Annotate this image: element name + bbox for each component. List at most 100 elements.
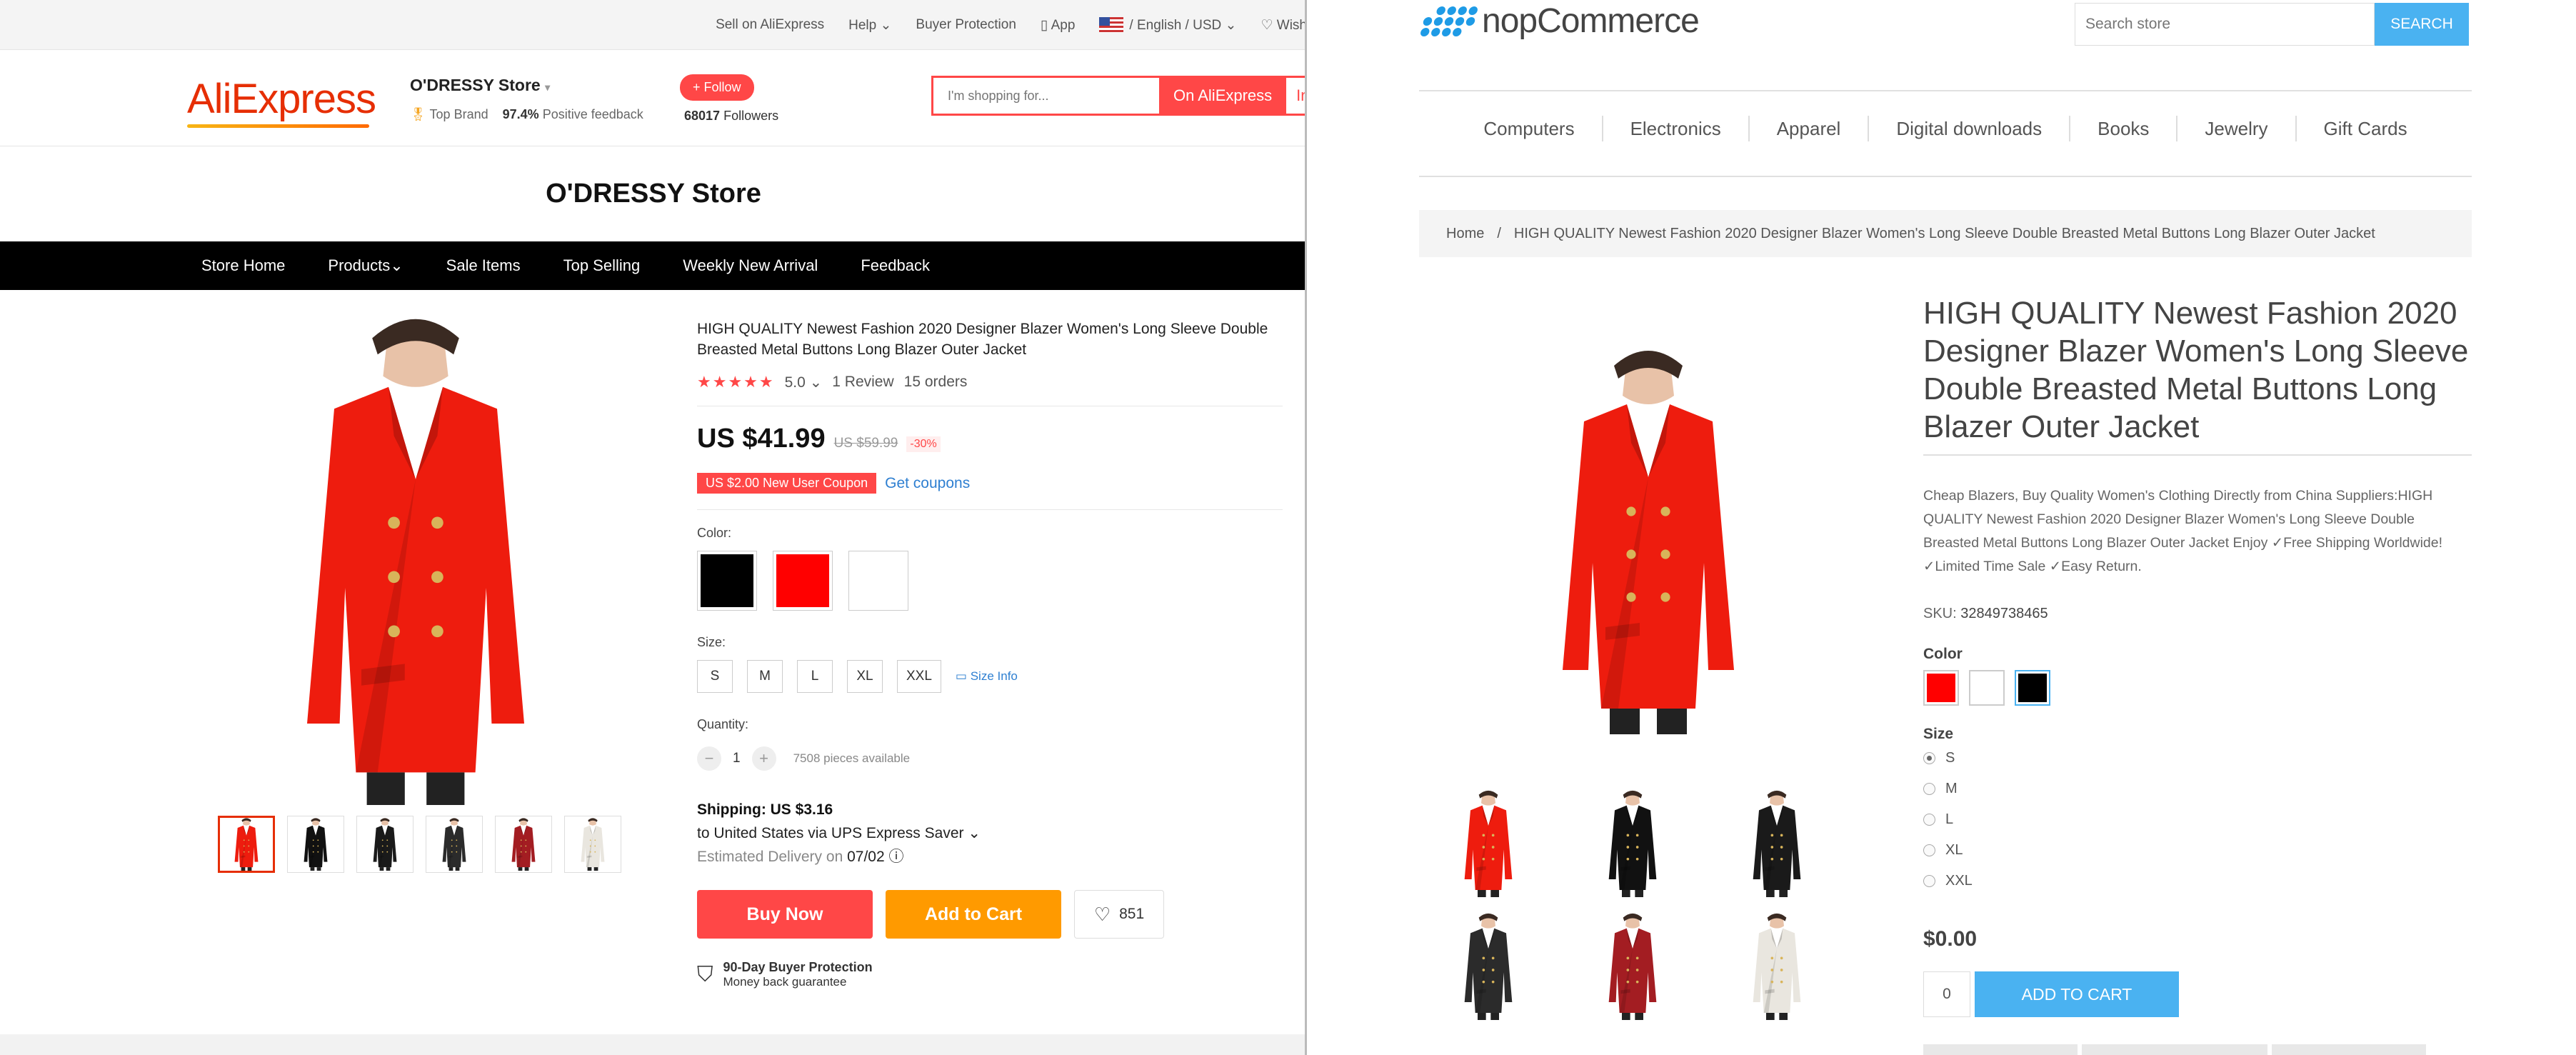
thumbnail[interactable]: [564, 816, 621, 873]
thumbnail[interactable]: [1723, 790, 1830, 897]
size-radio-xxl[interactable]: XXL: [1923, 866, 1973, 896]
swatch-fill: [852, 554, 905, 607]
product-main-image[interactable]: [1541, 299, 1755, 784]
search-aliexpress-button[interactable]: On AliExpress: [1159, 78, 1287, 114]
reviews-link[interactable]: 1 Review: [832, 374, 893, 391]
nav-top-selling[interactable]: Top Selling: [563, 256, 641, 275]
radio-button[interactable]: [1923, 783, 1935, 795]
language-currency-selector[interactable]: / English / USD ⌄: [1099, 17, 1236, 34]
radio-button[interactable]: [1923, 752, 1935, 764]
color-square-black[interactable]: [2015, 670, 2050, 706]
nav-sale-items[interactable]: Sale Items: [446, 256, 521, 275]
overview-button[interactable]: [2082, 1044, 2267, 1055]
size-option-xl[interactable]: XL: [847, 660, 883, 693]
color-squares: [1923, 670, 2050, 706]
wishlist-link[interactable]: ♡ Wish: [1261, 17, 1305, 34]
nav-store-home[interactable]: Store Home: [201, 256, 285, 275]
aliexpress-logo[interactable]: AliExpress: [187, 75, 376, 123]
menu-jewelry[interactable]: Jewelry: [2176, 116, 2295, 141]
menu-apparel[interactable]: Apparel: [1748, 116, 1868, 141]
search-button[interactable]: SEARCH: [2375, 3, 2469, 46]
quantity-input[interactable]: [1923, 971, 1970, 1017]
size-option-xxl[interactable]: XXL: [897, 660, 941, 693]
logo-text: nopCommerce: [1482, 2, 1700, 40]
color-swatch-black[interactable]: [697, 551, 757, 611]
price-row: US $41.99 US $59.99 -30%: [697, 424, 1283, 454]
delivery-date: 07/02: [847, 849, 885, 865]
size-radio-l[interactable]: L: [1923, 804, 1973, 835]
color-swatch-red[interactable]: [773, 551, 833, 611]
question-icon[interactable]: ⓘ: [889, 849, 904, 865]
help-link[interactable]: Help ⌄: [848, 17, 891, 34]
radio-button[interactable]: [1923, 875, 1935, 887]
thumbnail[interactable]: [1579, 913, 1686, 1020]
thumbnail[interactable]: [287, 816, 344, 873]
size-option-m[interactable]: M: [747, 660, 783, 693]
help-label: Help: [848, 17, 877, 33]
rating-value[interactable]: 5.0 ⌄: [785, 374, 823, 391]
radio-button[interactable]: [1923, 844, 1935, 856]
size-radio-xl[interactable]: XL: [1923, 835, 1973, 866]
buy-now-button[interactable]: Buy Now: [697, 890, 873, 939]
divider: [697, 509, 1283, 510]
get-coupons-link[interactable]: Get coupons: [885, 475, 970, 492]
sell-link[interactable]: Sell on AliExpress: [716, 17, 824, 33]
thumbnail[interactable]: [1579, 790, 1686, 897]
increase-quantity-button[interactable]: +: [751, 746, 776, 771]
color-swatch-white[interactable]: [848, 551, 908, 611]
nav-feedback[interactable]: Feedback: [861, 256, 930, 275]
search-input[interactable]: [933, 78, 1159, 114]
store-nav: Store Home Products⌄ Sale Items Top Sell…: [0, 241, 1305, 290]
size-info-label: Size Info: [970, 669, 1018, 683]
thumbnail[interactable]: [1723, 913, 1830, 1020]
store-name[interactable]: O'DRESSY Store ▾: [410, 76, 550, 95]
size-info-link[interactable]: ▭ Size Info: [956, 669, 1018, 684]
menu-books[interactable]: Books: [2069, 116, 2176, 141]
nopcommerce-logo[interactable]: nopCommerce: [1419, 1, 1700, 41]
menu-computers[interactable]: Computers: [1456, 116, 1601, 141]
add-to-cart-button[interactable]: Add to Cart: [886, 890, 1061, 939]
top-links: Sell on AliExpress Help ⌄ Buyer Protecti…: [716, 0, 1305, 50]
breadcrumb-separator: /: [1497, 225, 1501, 241]
swatch-fill: [776, 554, 829, 607]
store-name-label: O'DRESSY Store: [410, 76, 541, 94]
followers-label: Followers: [723, 109, 779, 123]
quantity-value[interactable]: 1: [733, 751, 741, 766]
overview-button[interactable]: [2272, 1044, 2426, 1055]
thumbnail[interactable]: [218, 816, 275, 873]
search-store-button[interactable]: In t: [1286, 78, 1305, 114]
nav-products[interactable]: Products⌄: [328, 256, 403, 275]
app-link[interactable]: ▯ App: [1041, 17, 1076, 34]
feedback-label: Positive feedback: [542, 107, 643, 121]
radio-button[interactable]: [1923, 814, 1935, 826]
menu-digital-downloads[interactable]: Digital downloads: [1868, 116, 2069, 141]
menu-gift-cards[interactable]: Gift Cards: [2295, 116, 2435, 141]
new-user-coupon[interactable]: US $2.00 New User Coupon: [697, 473, 877, 494]
overview-button[interactable]: [1923, 1044, 2078, 1055]
nav-weekly-new-arrival[interactable]: Weekly New Arrival: [683, 256, 818, 275]
top-bar: Sell on AliExpress Help ⌄ Buyer Protecti…: [0, 0, 1305, 50]
color-square-red[interactable]: [1923, 670, 1959, 706]
wishlist-button[interactable]: ♡ 851: [1074, 890, 1164, 939]
buyer-protection-link[interactable]: Buyer Protection: [916, 17, 1016, 33]
thumbnail[interactable]: [1435, 790, 1542, 897]
thumbnail[interactable]: [426, 816, 483, 873]
size-option-s[interactable]: S: [697, 660, 733, 693]
size-radio-s[interactable]: S: [1923, 743, 1973, 774]
color-square-white[interactable]: [1969, 670, 2005, 706]
size-radio-m[interactable]: M: [1923, 774, 1973, 804]
follow-button[interactable]: + Follow: [680, 74, 754, 101]
menu-electronics[interactable]: Electronics: [1601, 116, 1748, 141]
product-main-image[interactable]: [280, 314, 551, 807]
size-option-l[interactable]: L: [797, 660, 833, 693]
add-to-cart-button[interactable]: ADD TO CART: [1975, 971, 2179, 1017]
thumbnail[interactable]: [1435, 913, 1542, 1020]
store-header: AliExpress O'DRESSY Store ▾ 🎖 Top Brand …: [0, 50, 1305, 146]
decrease-quantity-button[interactable]: −: [697, 746, 721, 771]
thumbnail[interactable]: [356, 816, 414, 873]
thumbnail[interactable]: [495, 816, 552, 873]
discount-badge: -30%: [906, 436, 941, 452]
search-input[interactable]: [2075, 3, 2375, 46]
shipping-method[interactable]: to United States via UPS Express Saver ⌄: [697, 821, 1283, 845]
breadcrumb-home[interactable]: Home: [1446, 226, 1484, 242]
